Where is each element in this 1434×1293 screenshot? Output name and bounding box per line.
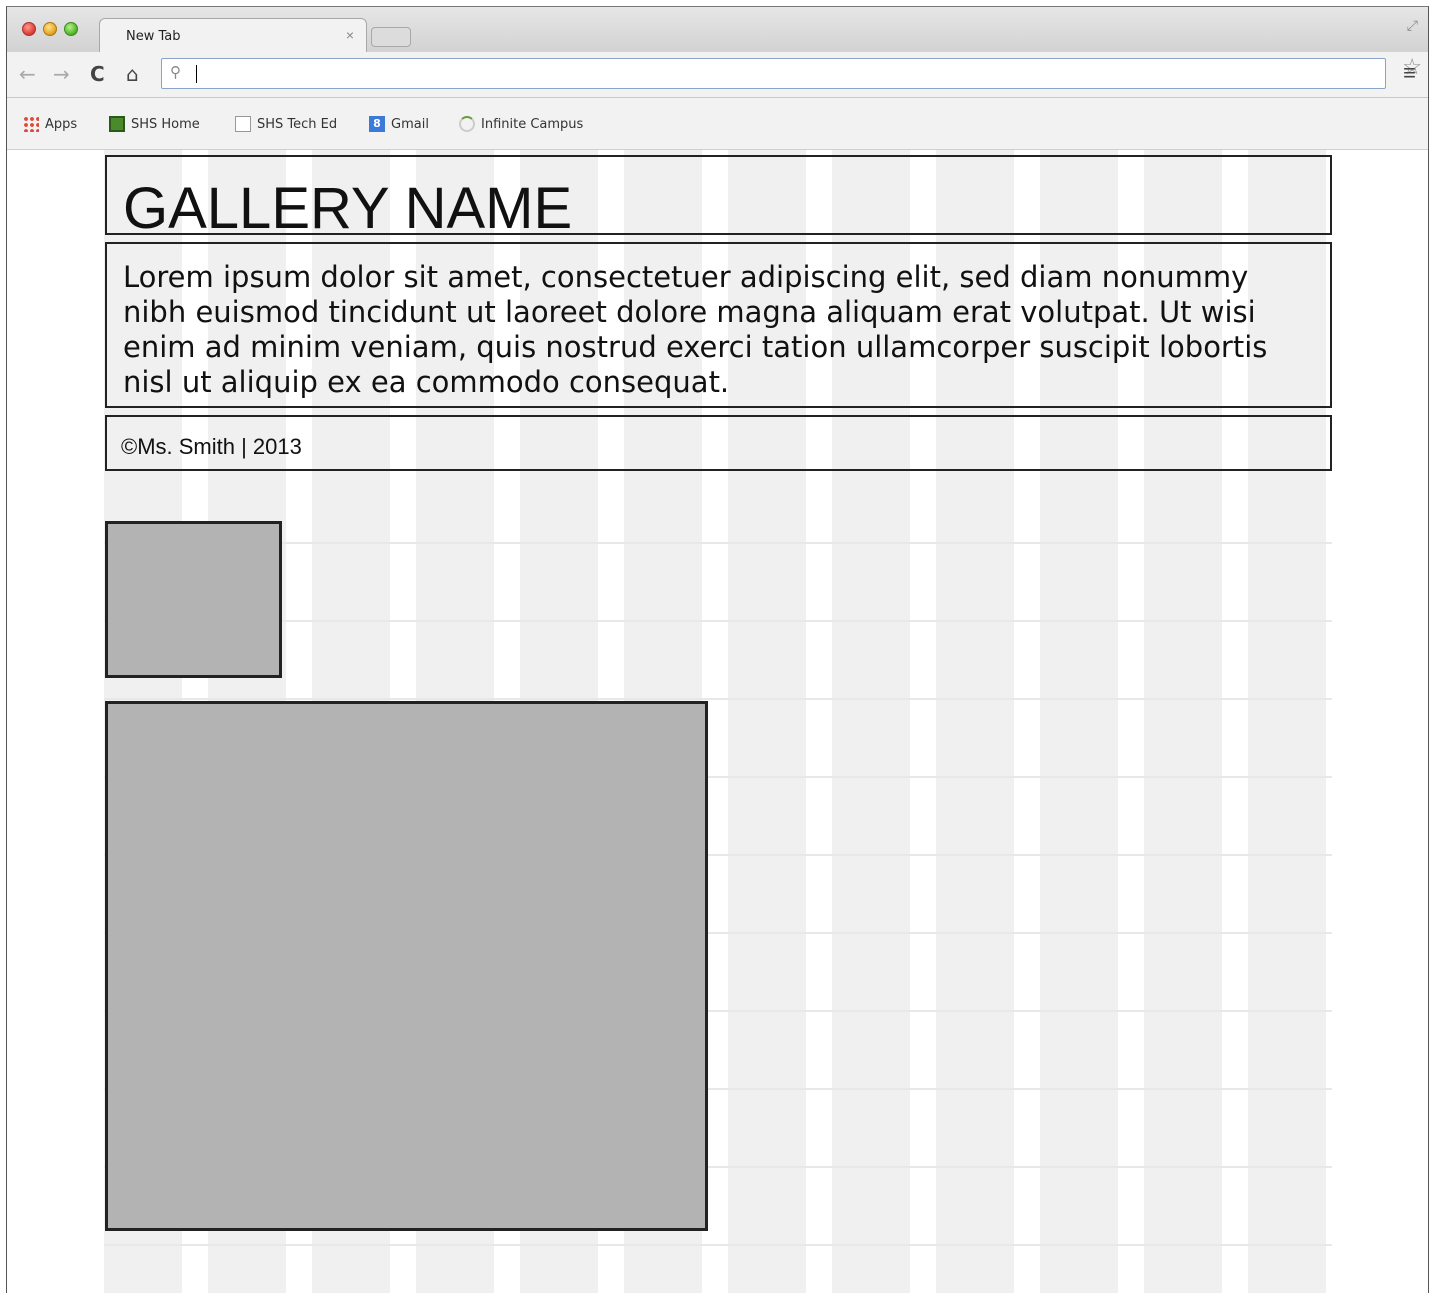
- title-bar: New Tab × ⤢: [7, 7, 1428, 53]
- description-text: Lorem ipsum dolor sit amet, consectetuer…: [123, 260, 1268, 399]
- bookmark-infinite-campus[interactable]: Infinite Campus: [459, 114, 583, 134]
- bookmark-label: SHS Home: [131, 116, 200, 132]
- browser-window: New Tab × ⤢ ← → C ⌂ ⚲ ☆ ≡ Apps SHS Home …: [6, 6, 1429, 1293]
- google-icon: 8: [369, 116, 385, 132]
- bookmark-label: Gmail: [391, 116, 429, 132]
- bookmark-shs-tech-ed[interactable]: SHS Tech Ed: [235, 114, 337, 134]
- close-window-button[interactable]: [22, 22, 36, 36]
- page-title: GALLERY NAME: [123, 176, 573, 241]
- grid-row-line: [104, 698, 1332, 700]
- image-placeholder-large: [105, 701, 708, 1231]
- grid-row-line: [104, 542, 1332, 544]
- forward-arrow-icon[interactable]: →: [53, 62, 70, 86]
- page-viewport: GALLERY NAME Lorem ipsum dolor sit amet,…: [7, 150, 1428, 1293]
- loading-spinner-icon: [459, 116, 475, 132]
- bookmark-shs-home[interactable]: SHS Home: [109, 114, 200, 134]
- navigation-toolbar: ← → C ⌂ ⚲ ☆ ≡: [7, 52, 1428, 98]
- grid-row-line: [104, 1244, 1332, 1246]
- bookmark-apps[interactable]: Apps: [23, 114, 77, 134]
- grid-row-line: [104, 620, 1332, 622]
- document-icon: [235, 116, 251, 132]
- image-placeholder-small: [105, 521, 282, 678]
- bookmark-label: SHS Tech Ed: [257, 116, 338, 132]
- close-tab-icon[interactable]: ×: [346, 27, 354, 43]
- menu-icon[interactable]: ≡: [1403, 60, 1416, 86]
- search-icon: ⚲: [170, 64, 181, 81]
- apps-grid-icon: [23, 116, 39, 132]
- back-arrow-icon[interactable]: ←: [19, 62, 36, 86]
- zoom-window-button[interactable]: [64, 22, 78, 36]
- new-tab-button[interactable]: [371, 27, 411, 47]
- header-box: GALLERY NAME: [105, 155, 1332, 239]
- reload-icon[interactable]: C: [90, 62, 105, 86]
- bookmark-gmail[interactable]: 8 Gmail: [369, 114, 429, 134]
- text-caret: [196, 65, 197, 83]
- footer-text: ©Ms. Smith | 2013: [121, 434, 302, 459]
- home-icon[interactable]: ⌂: [126, 62, 139, 86]
- fullscreen-icon[interactable]: ⤢: [1407, 17, 1418, 34]
- address-input[interactable]: [196, 63, 1340, 85]
- bookmark-label: Infinite Campus: [481, 116, 584, 132]
- site-favicon-icon: [109, 116, 125, 132]
- bookmark-label: Apps: [45, 116, 78, 132]
- tab-title: New Tab: [126, 29, 181, 44]
- minimize-window-button[interactable]: [43, 22, 57, 36]
- address-bar[interactable]: ⚲: [161, 58, 1386, 89]
- description-box: Lorem ipsum dolor sit amet, consectetuer…: [105, 242, 1332, 408]
- footer-box: ©Ms. Smith | 2013: [105, 415, 1332, 471]
- bookmarks-bar: Apps SHS Home SHS Tech Ed 8 Gmail Infini…: [7, 98, 1428, 150]
- tab-new-tab[interactable]: New Tab ×: [99, 18, 367, 53]
